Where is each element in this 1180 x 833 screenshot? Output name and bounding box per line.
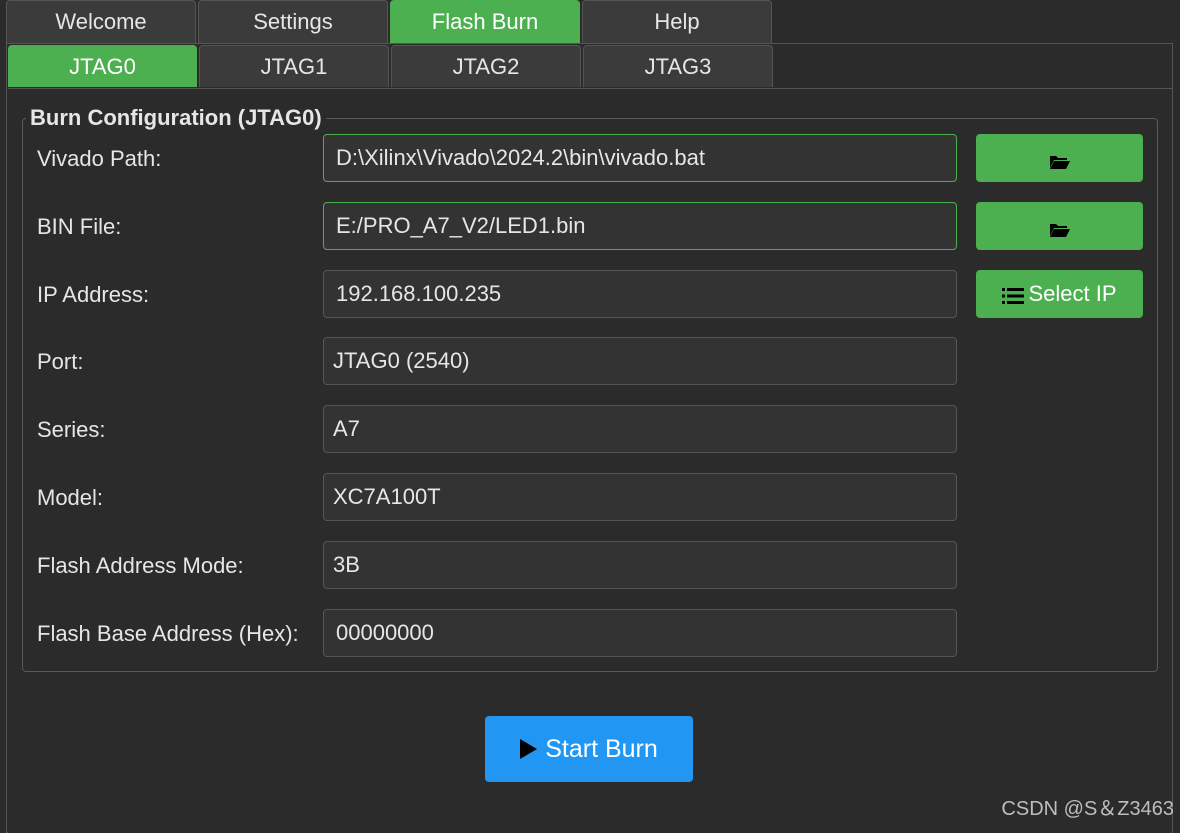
tab-jtag1[interactable]: JTAG1 — [199, 45, 389, 87]
tab-help-label: Help — [654, 9, 700, 34]
tab-jtag1-label: JTAG1 — [260, 53, 328, 79]
watermark: CSDN @S＆Z3463 — [1001, 798, 1174, 820]
series-label: Series: — [37, 417, 106, 442]
folder-open-icon — [1049, 150, 1071, 169]
folder-open-icon — [1049, 218, 1071, 237]
tab-jtag0[interactable]: JTAG0 — [8, 45, 197, 87]
bin-file-label: BIN File: — [37, 214, 122, 239]
select-ip-label: Select IP — [1028, 281, 1117, 306]
series-select[interactable]: A7 — [323, 405, 957, 453]
start-burn-button[interactable]: Start Burn — [485, 716, 693, 782]
tab-jtag3-label: JTAG3 — [644, 53, 712, 79]
flash-base-address-input[interactable]: 00000000 — [323, 609, 957, 657]
tab-jtag0-label: JTAG0 — [69, 53, 136, 79]
play-icon — [520, 739, 538, 759]
tab-settings[interactable]: Settings — [198, 0, 388, 43]
tab-welcome[interactable]: Welcome — [6, 0, 196, 43]
ip-address-label: IP Address: — [37, 282, 150, 307]
tab-jtag3[interactable]: JTAG3 — [583, 45, 773, 87]
select-ip-button[interactable]: Select IP — [976, 270, 1143, 318]
port-label: Port: — [37, 349, 84, 374]
browse-vivado-button[interactable] — [976, 134, 1143, 182]
start-burn-label: Start Burn — [545, 734, 658, 763]
vivado-path-label: Vivado Path: — [37, 146, 162, 171]
flash-base-address-label: Flash Base Address (Hex): — [37, 621, 299, 646]
tab-jtag2[interactable]: JTAG2 — [391, 45, 581, 87]
tab-settings-label: Settings — [253, 9, 333, 34]
tab-flash-burn[interactable]: Flash Burn — [390, 0, 580, 43]
model-select[interactable]: XC7A100T — [323, 473, 957, 521]
tab-flash-burn-label: Flash Burn — [431, 9, 539, 34]
port-select[interactable]: JTAG0 (2540) — [323, 337, 957, 385]
tab-help[interactable]: Help — [582, 0, 772, 43]
tab-jtag2-label: JTAG2 — [452, 53, 520, 79]
list-icon — [1002, 285, 1025, 304]
ip-address-input[interactable]: 192.168.100.235 — [323, 270, 957, 318]
flash-address-mode-select[interactable]: 3B — [323, 541, 957, 589]
browse-bin-button[interactable] — [976, 202, 1143, 250]
bin-file-input[interactable]: E:/PRO_A7_V2/LED1.bin — [323, 202, 957, 250]
model-label: Model: — [37, 485, 104, 510]
group-title: Burn Configuration (JTAG0) — [26, 105, 326, 131]
vivado-path-input[interactable]: D:\Xilinx\Vivado\2024.2\bin\vivado.bat — [323, 134, 957, 182]
flash-address-mode-label: Flash Address Mode: — [37, 553, 244, 578]
tab-welcome-label: Welcome — [55, 9, 147, 34]
